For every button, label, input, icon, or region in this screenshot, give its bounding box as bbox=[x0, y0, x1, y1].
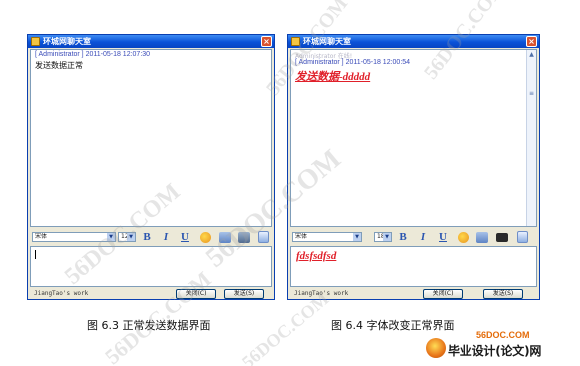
format-toolbar: 宋体 ▼ 12 ▼ B I U bbox=[30, 229, 272, 245]
close-window-button[interactable]: × bbox=[261, 36, 272, 47]
font-name-value: 宋体 bbox=[295, 233, 308, 240]
logo-domain: 56DOC.COM bbox=[476, 330, 530, 340]
site-logo: 56DOC.COM 毕业设计(论文)网 bbox=[424, 330, 570, 360]
title-bar[interactable]: 环城网聊天室 × bbox=[288, 35, 539, 48]
chat-history-pane[interactable]: [ Administrator ] 2011-05-18 12:07:30 发送… bbox=[30, 49, 272, 227]
message-body: 发送数据-ddddd bbox=[295, 71, 371, 83]
close-button[interactable]: 关闭(C) bbox=[176, 289, 216, 299]
figure-caption-left: 图 6.3 正常发送数据界面 bbox=[87, 319, 211, 332]
transparency-icon[interactable] bbox=[258, 231, 269, 243]
font-name-value: 宋体 bbox=[35, 233, 48, 240]
emoticon-icon[interactable] bbox=[219, 232, 231, 243]
chevron-down-icon[interactable]: ▼ bbox=[127, 233, 135, 241]
italic-button[interactable]: I bbox=[159, 230, 173, 244]
input-text: fdsfsdfsd bbox=[296, 250, 337, 262]
text-caret bbox=[35, 250, 36, 259]
chevron-down-icon[interactable]: ▼ bbox=[107, 233, 115, 241]
chevron-down-icon[interactable]: ▼ bbox=[353, 233, 361, 241]
bold-button[interactable]: B bbox=[396, 230, 410, 244]
emoticon-icon[interactable] bbox=[476, 232, 488, 243]
font-size-select[interactable]: 12 ▼ bbox=[118, 232, 136, 242]
message-body: 发送数据正常 bbox=[35, 61, 83, 70]
underline-button[interactable]: U bbox=[178, 230, 192, 244]
window-title: 环城网聊天室 bbox=[303, 37, 351, 46]
send-button[interactable]: 发送(S) bbox=[483, 289, 523, 299]
chat-history-pane[interactable]: Administrator 在线! [ Administrator ] 2011… bbox=[290, 49, 537, 227]
message-input[interactable] bbox=[30, 246, 272, 287]
font-size-select[interactable]: 18 ▼ bbox=[374, 232, 392, 242]
color-palette-icon[interactable] bbox=[200, 232, 211, 243]
bold-button[interactable]: B bbox=[140, 230, 154, 244]
author-note: JiangTao's work bbox=[294, 290, 349, 297]
send-button[interactable]: 发送(S) bbox=[224, 289, 264, 299]
logo-name: 毕业设计(论文)网 bbox=[448, 344, 542, 358]
scroll-up-icon[interactable]: ▲ bbox=[528, 51, 535, 58]
title-bar[interactable]: 环城网聊天室 × bbox=[28, 35, 274, 48]
computer-icon[interactable] bbox=[496, 233, 508, 242]
message-header: [ Administrator ] 2011-05-18 12:00:54 bbox=[295, 59, 411, 66]
vertical-scrollbar[interactable]: ▲ ≡ bbox=[526, 50, 536, 226]
close-button[interactable]: 关闭(C) bbox=[423, 289, 463, 299]
transparency-icon[interactable] bbox=[517, 231, 528, 243]
window-title: 环城网聊天室 bbox=[43, 37, 91, 46]
message-input[interactable]: fdsfsdfsd bbox=[290, 246, 537, 287]
watermark: 56DOC.COM bbox=[238, 288, 333, 366]
underline-button[interactable]: U bbox=[436, 230, 450, 244]
message-header: [ Administrator ] 2011-05-18 12:07:30 bbox=[35, 51, 151, 58]
chat-window-font-changed: 环城网聊天室 × Administrator 在线! [ Administrat… bbox=[287, 34, 540, 300]
close-window-button[interactable]: × bbox=[526, 36, 537, 47]
chevron-down-icon[interactable]: ▼ bbox=[383, 233, 391, 241]
font-name-select[interactable]: 宋体 ▼ bbox=[32, 232, 116, 242]
italic-button[interactable]: I bbox=[416, 230, 430, 244]
chat-window-normal: 环城网聊天室 × [ Administrator ] 2011-05-18 12… bbox=[27, 34, 275, 300]
logo-emblem-icon bbox=[426, 338, 446, 358]
format-toolbar: 宋体 ▼ 18 ▼ B I U bbox=[290, 229, 537, 245]
font-name-select[interactable]: 宋体 ▼ bbox=[292, 232, 362, 242]
author-note: JiangTao's work bbox=[34, 290, 89, 297]
scroll-thumb[interactable]: ≡ bbox=[528, 90, 535, 97]
color-palette-icon[interactable] bbox=[458, 232, 469, 243]
window-footer: JiangTao's work 关闭(C) 发送(S) bbox=[290, 288, 537, 300]
window-footer: JiangTao's work 关闭(C) 发送(S) bbox=[30, 288, 272, 300]
app-icon bbox=[31, 37, 40, 46]
screenshot-icon[interactable] bbox=[238, 232, 250, 243]
app-icon bbox=[291, 37, 300, 46]
